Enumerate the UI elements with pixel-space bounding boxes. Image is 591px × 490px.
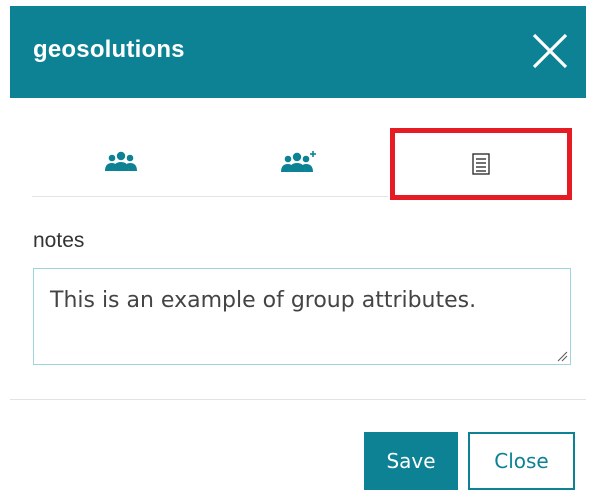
group-icon [105,151,137,171]
tab-bar [32,128,572,200]
group-add-icon [281,151,316,172]
dialog-title: geosolutions [33,36,185,63]
notes-label: notes [33,229,85,252]
tab-group-members[interactable] [210,128,388,196]
dialog-header: geosolutions [10,6,586,98]
close-icon[interactable] [530,31,570,71]
save-button[interactable]: Save [364,432,458,490]
list-attributes-icon [472,153,490,175]
close-button[interactable]: Close [468,432,575,490]
tab-underline [32,196,388,197]
tab-group-info[interactable] [32,128,210,196]
notes-textarea[interactable]: This is an example of group attributes. [33,268,571,365]
footer-divider [10,399,586,400]
tab-group-attributes[interactable] [390,128,572,200]
resize-grip-icon[interactable] [556,350,568,362]
